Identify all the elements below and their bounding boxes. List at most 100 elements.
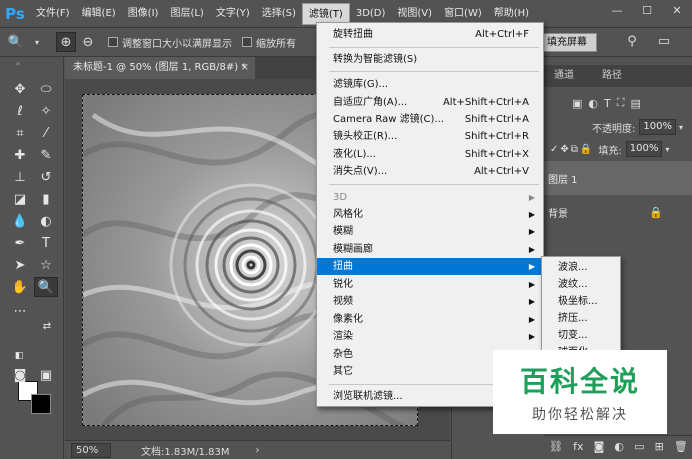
menu-edit[interactable]: 编辑(E): [76, 3, 122, 25]
menu-item-filter-gallery[interactable]: 滤镜库(G)...: [317, 76, 543, 93]
minimize-button[interactable]: —: [608, 4, 626, 20]
tool-preset-dropdown-icon[interactable]: ▾: [32, 32, 42, 52]
background-color-swatch[interactable]: [31, 394, 51, 414]
adjustment-layer-icon[interactable]: ◐: [614, 440, 624, 453]
pen-tool-icon[interactable]: ✒: [8, 233, 32, 253]
opacity-field[interactable]: 100%: [639, 119, 676, 135]
swap-colors-icon[interactable]: ⇄: [40, 319, 54, 333]
menu-item-sharpen[interactable]: 锐化 ▶: [317, 276, 543, 293]
menu-image[interactable]: 图像(I): [122, 3, 165, 25]
menu-select[interactable]: 选择(S): [256, 3, 302, 25]
zoom-tool-icon[interactable]: 🔍: [34, 277, 58, 297]
menu-file[interactable]: 文件(F): [30, 3, 76, 25]
lock-artboard-icon[interactable]: ⧉: [571, 144, 580, 155]
tab-channels[interactable]: 通道: [544, 65, 584, 87]
gradient-tool-icon[interactable]: ▮: [34, 189, 58, 209]
zoom-in-icon[interactable]: ⊕: [56, 32, 76, 52]
status-menu-arrow[interactable]: ›: [256, 445, 260, 456]
menu-type[interactable]: 文字(Y): [210, 3, 256, 25]
dodge-tool-icon[interactable]: ◐: [34, 211, 58, 231]
menu-item-3d[interactable]: 3D ▶: [317, 189, 543, 206]
delete-layer-icon[interactable]: 🗑: [674, 440, 688, 453]
lasso-tool-icon[interactable]: ℓ: [8, 101, 32, 121]
lock-pixels-icon[interactable]: ✓: [550, 144, 560, 155]
menu-item-label: 视频: [333, 296, 353, 307]
move-tool-icon[interactable]: ✥: [8, 79, 32, 99]
submenu-item-shear[interactable]: 切变...: [542, 327, 620, 344]
submenu-item-pinch[interactable]: 挤压...: [542, 310, 620, 327]
fill-dropdown-icon[interactable]: ▾: [665, 145, 671, 154]
healing-brush-icon[interactable]: ✚: [8, 145, 32, 165]
more-tools-icon[interactable]: ⋯: [8, 301, 32, 321]
menu-item-distort[interactable]: 扭曲 ▶: [317, 258, 543, 275]
type-filter-icon[interactable]: T: [604, 97, 617, 110]
menu-item-twirl-last[interactable]: 旋转扭曲 Alt+Ctrl+F: [317, 26, 543, 43]
submenu-item-polar-coordinates[interactable]: 极坐标...: [542, 293, 620, 310]
close-tab-icon[interactable]: ×: [241, 57, 249, 79]
image-filter-icon[interactable]: ▣: [572, 97, 588, 110]
menu-item-stylize[interactable]: 风格化 ▶: [317, 206, 543, 223]
link-layers-icon[interactable]: ⛓: [549, 440, 563, 453]
menu-item-blur[interactable]: 模糊 ▶: [317, 223, 543, 240]
layer-row[interactable]: 图层 1: [544, 161, 692, 195]
search-icon[interactable]: ⚲: [622, 32, 642, 52]
menu-item-adaptive-wide[interactable]: 自适应广角(A)... Alt+Shift+Ctrl+A: [317, 94, 543, 111]
checkbox-box[interactable]: [108, 37, 118, 47]
fill-screen-button[interactable]: 填充屏幕: [537, 33, 597, 52]
shape-tool-icon[interactable]: ☆: [34, 255, 58, 275]
tab-paths[interactable]: 路径: [592, 65, 632, 87]
menu-item-video[interactable]: 视频 ▶: [317, 293, 543, 310]
opacity-dropdown-icon[interactable]: ▾: [679, 123, 683, 132]
brush-tool-icon[interactable]: ✎: [34, 145, 58, 165]
zoom-all-checkbox[interactable]: 缩放所有: [242, 35, 296, 50]
menu-layer[interactable]: 图层(L): [164, 3, 209, 25]
checkbox-box[interactable]: [242, 37, 252, 47]
eraser-tool-icon[interactable]: ◪: [8, 189, 32, 209]
marquee-tool-icon[interactable]: ⬭: [34, 79, 58, 99]
menu-item-liquify[interactable]: 液化(L)... Shift+Ctrl+X: [317, 146, 543, 163]
menu-item-vanishing-point[interactable]: 消失点(V)... Alt+Ctrl+V: [317, 163, 543, 180]
toolbox-collapse-icon[interactable]: »: [6, 59, 30, 68]
submenu-item-ripple[interactable]: 波纹...: [542, 276, 620, 293]
path-selection-icon[interactable]: ➤: [8, 255, 32, 275]
zoom-level-field[interactable]: 50%: [71, 442, 111, 458]
adjustment-filter-icon[interactable]: ◐: [588, 97, 604, 110]
smart-object-filter-icon[interactable]: ▤: [630, 97, 646, 110]
zoom-tool-icon[interactable]: 🔍: [6, 32, 26, 52]
fx-icon[interactable]: fx: [573, 440, 583, 453]
blur-tool-icon[interactable]: 💧: [8, 211, 32, 231]
submenu-item-wave[interactable]: 波浪...: [542, 259, 620, 276]
quick-mask-icon[interactable]: ◙: [8, 365, 32, 385]
stamp-tool-icon[interactable]: ⊥: [8, 167, 32, 187]
menu-item-pixelate[interactable]: 像素化 ▶: [317, 311, 543, 328]
crop-tool-icon[interactable]: ⌗: [8, 123, 32, 143]
default-colors-icon[interactable]: ◧: [12, 349, 26, 363]
history-brush-icon[interactable]: ↺: [34, 167, 58, 187]
eyedropper-icon[interactable]: ⁄: [34, 123, 58, 143]
lock-all-icon[interactable]: 🔒: [580, 144, 594, 155]
new-layer-icon[interactable]: ⊞: [655, 440, 664, 453]
workspace-icon[interactable]: ▭: [654, 32, 674, 52]
close-window-button[interactable]: ✕: [668, 4, 686, 20]
maximize-button[interactable]: ☐: [638, 4, 656, 20]
menu-item-lens-correction[interactable]: 镜头校正(R)... Shift+Ctrl+R: [317, 128, 543, 145]
screen-mode-icon[interactable]: ▣: [34, 365, 58, 385]
zoom-out-icon[interactable]: ⊖: [78, 32, 98, 52]
menu-item-blur-gallery[interactable]: 模糊画廊 ▶: [317, 241, 543, 258]
type-tool-icon[interactable]: T: [34, 233, 58, 253]
shape-filter-icon[interactable]: ⛶: [617, 96, 631, 110]
menu-item-convert-smart[interactable]: 转换为智能滤镜(S): [317, 51, 543, 68]
lock-position-icon[interactable]: ✥: [560, 144, 570, 155]
fill-field[interactable]: 100%: [625, 141, 663, 157]
hand-tool-icon[interactable]: ✋: [8, 277, 32, 297]
menu-item-render[interactable]: 渲染 ▶: [317, 328, 543, 345]
menu-item-label: Camera Raw 滤镜(C)...: [333, 114, 444, 125]
menu-item-camera-raw[interactable]: Camera Raw 滤镜(C)... Shift+Ctrl+A: [317, 111, 543, 128]
layer-row[interactable]: 背景 🔒: [544, 195, 692, 229]
layer-name: 图层 1: [548, 174, 578, 186]
resize-windows-checkbox[interactable]: 调整窗口大小以满屏显示: [108, 35, 232, 50]
document-tab[interactable]: 未标题-1 @ 50% (图层 1, RGB/8#) * ×: [65, 57, 255, 79]
new-group-icon[interactable]: ▭: [634, 440, 644, 453]
magic-wand-icon[interactable]: ✧: [34, 101, 58, 121]
add-mask-icon[interactable]: ◙: [594, 440, 605, 453]
